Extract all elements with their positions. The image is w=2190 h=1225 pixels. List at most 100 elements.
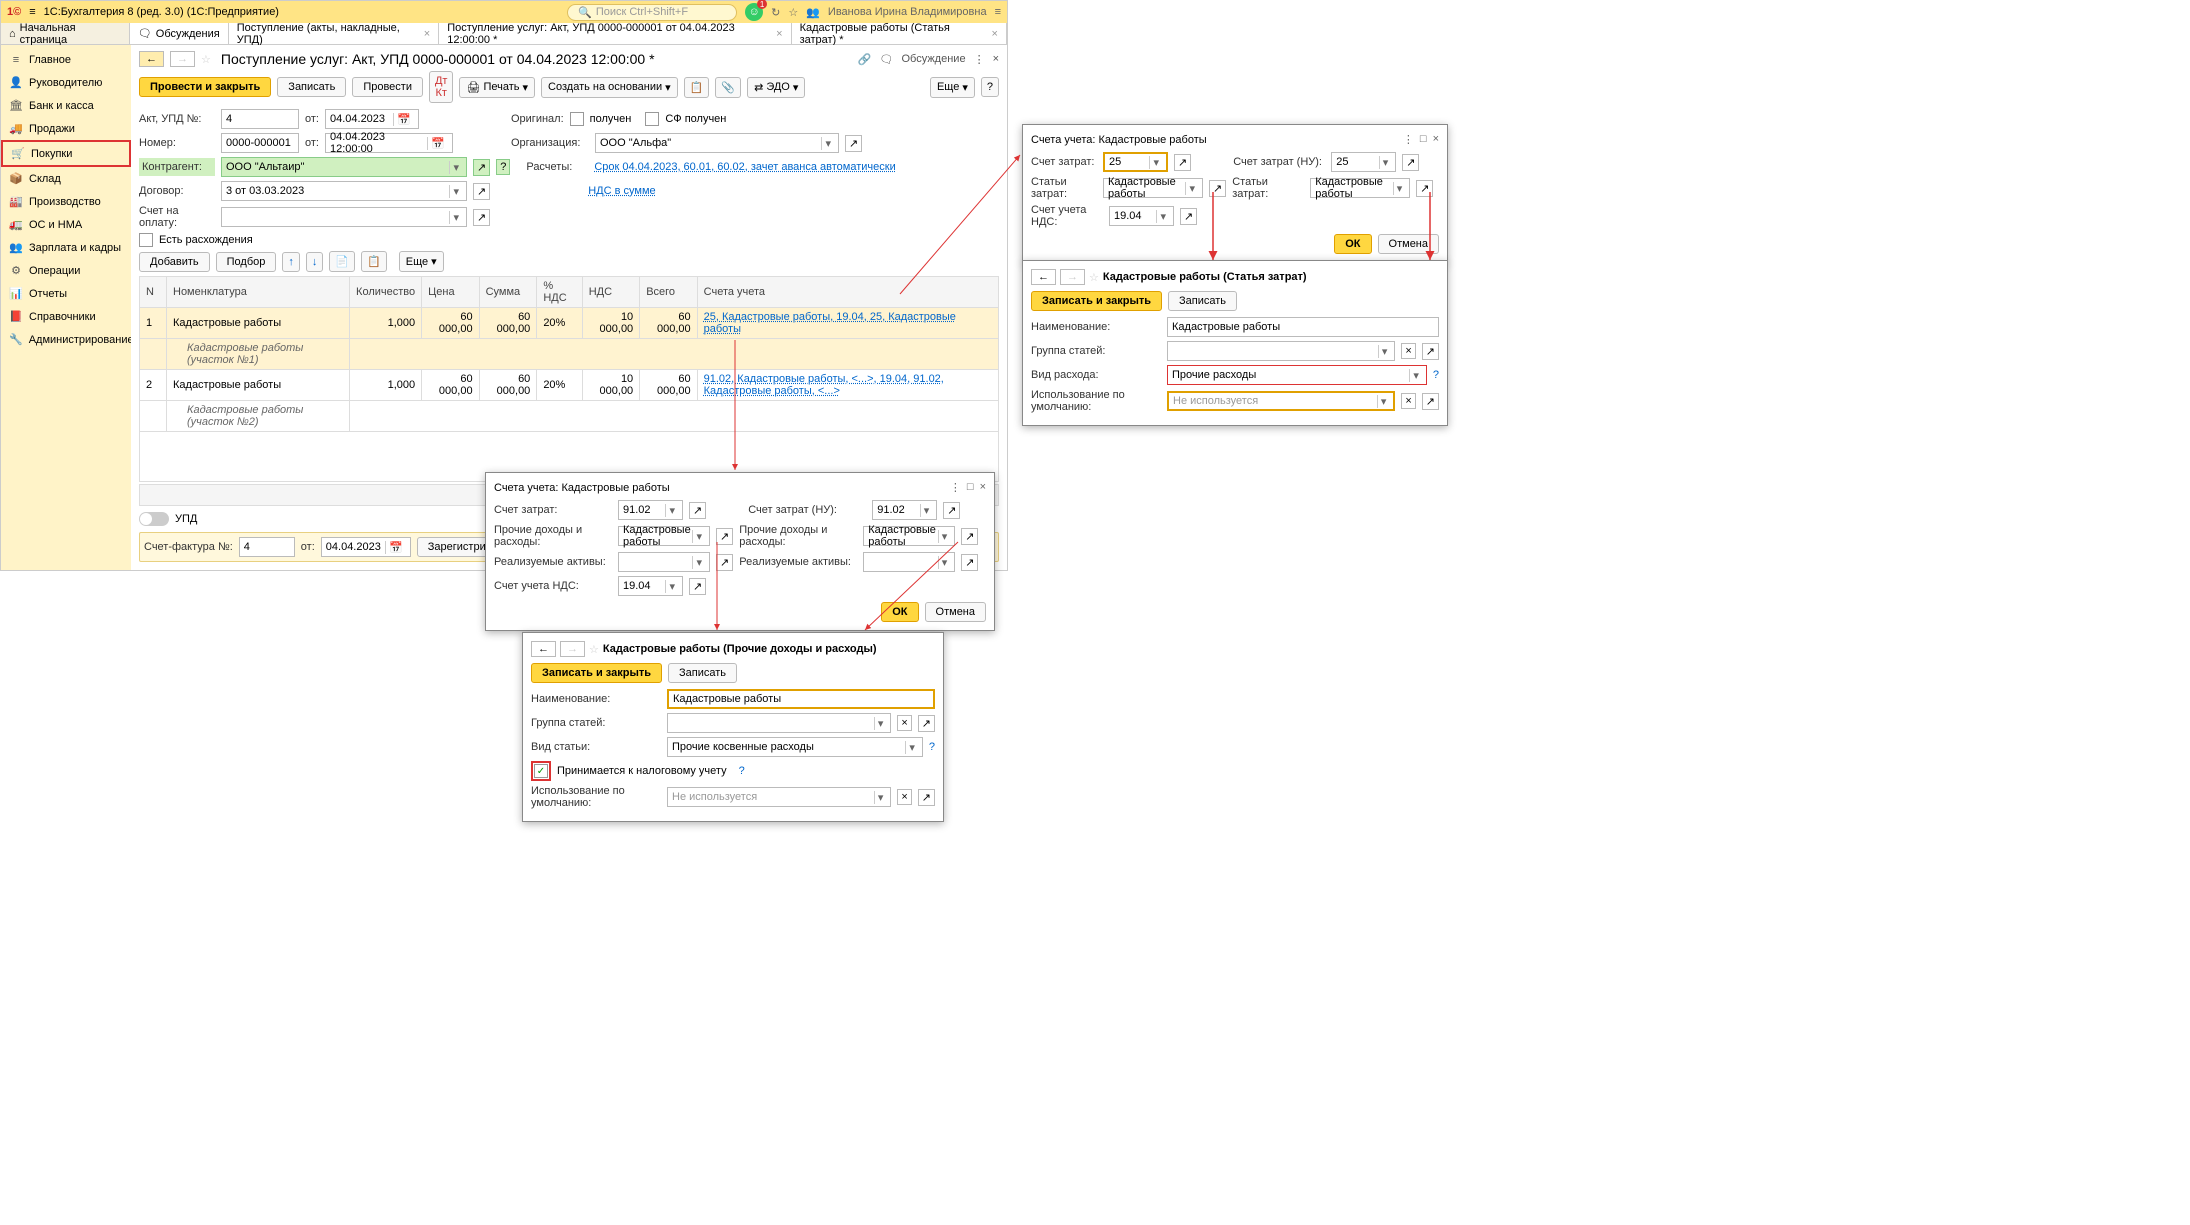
tab-cadastral[interactable]: Кадастровые работы (Статья затрат) *× (792, 23, 1007, 44)
group-input[interactable]: ▾ (1167, 341, 1395, 361)
edo-button[interactable]: ⇄ ЭДО ▾ (747, 77, 805, 98)
back-button[interactable]: ← (1031, 269, 1056, 285)
nomer-input[interactable] (221, 133, 299, 153)
forward-button[interactable]: → (1060, 269, 1085, 285)
open-button[interactable]: ↗ (961, 528, 978, 545)
forward-button[interactable]: → (560, 641, 585, 657)
post-button[interactable]: Провести (352, 77, 423, 97)
open-button[interactable]: ↗ (716, 528, 733, 545)
write-button[interactable]: Записать (1168, 291, 1237, 311)
star-icon[interactable]: ☆ (788, 6, 798, 19)
group-input[interactable]: ▾ (667, 713, 891, 733)
sidebar-item-bank[interactable]: 🏛Банк и касса (1, 94, 131, 117)
table-row[interactable]: 1 Кадастровые работы 1,000 60 000,00 60 … (140, 308, 999, 339)
sidebar-item-main[interactable]: ≡Главное (1, 49, 131, 71)
open-button[interactable]: ↗ (1174, 154, 1191, 171)
sidebar-item-refs[interactable]: 📕Справочники (1, 305, 131, 328)
open-button[interactable]: ↗ (716, 554, 733, 571)
back-button[interactable]: ← (531, 641, 556, 657)
user-icon[interactable]: 👥 (806, 6, 820, 19)
maximize-icon[interactable]: □ (967, 481, 974, 494)
rashozhdeniya-checkbox[interactable] (139, 233, 153, 247)
print-button[interactable]: 🖨 Печать ▾ (459, 77, 535, 98)
attach-button[interactable]: 📎 (715, 77, 741, 98)
help-icon[interactable]: ? (739, 765, 745, 777)
more-icon[interactable]: ⋮ (974, 53, 985, 66)
copy-button[interactable]: 📄 (329, 251, 355, 272)
real2-input[interactable]: ▾ (863, 552, 955, 572)
statyi-input[interactable]: Кадастровые работы▾ (1103, 178, 1203, 198)
tab-home[interactable]: ⌂Начальная страница (1, 23, 130, 44)
table-subrow[interactable]: Кадастровые работы (участок №1) (140, 339, 999, 370)
open-button[interactable]: ↗ (918, 715, 935, 732)
related-button[interactable]: 📋 (684, 77, 710, 98)
schet-zatrat-input[interactable]: 91.02▾ (618, 500, 683, 520)
tab-discussions[interactable]: 🗨Обсуждения (130, 23, 229, 44)
nds-input[interactable]: 19.04▾ (1109, 206, 1174, 226)
help-button[interactable]: ? (981, 77, 999, 97)
nds-link[interactable]: НДС в сумме (588, 185, 655, 197)
more-icon[interactable]: ⋮ (1403, 133, 1414, 146)
calendar-icon[interactable]: 📅 (393, 113, 414, 126)
create-based-button[interactable]: Создать на основании ▾ (541, 77, 678, 98)
dogovor-open-button[interactable]: ↗ (473, 183, 490, 200)
schet-oplatu-open-button[interactable]: ↗ (473, 209, 490, 226)
table-row[interactable]: 2 Кадастровые работы 1,000 60 000,00 60 … (140, 370, 999, 401)
prochie-input[interactable]: Кадастровые работы▾ (618, 526, 710, 546)
received-checkbox[interactable] (570, 112, 584, 126)
help-icon[interactable]: ? (1433, 369, 1439, 381)
add-button[interactable]: Добавить (139, 252, 210, 272)
more-icon[interactable]: ⋮ (950, 481, 961, 494)
write-button[interactable]: Записать (277, 77, 346, 97)
sidebar-item-production[interactable]: 🏭Производство (1, 190, 131, 213)
vid-input[interactable]: Прочие расходы▾ (1167, 365, 1427, 385)
close-icon[interactable]: × (424, 28, 430, 40)
paste-button[interactable]: 📋 (361, 251, 387, 272)
maximize-icon[interactable]: □ (1420, 133, 1427, 146)
sidebar-item-sales[interactable]: 🚚Продажи (1, 117, 131, 140)
schet-oplatu-input[interactable]: ▾ (221, 207, 467, 227)
open-button[interactable]: ↗ (943, 502, 960, 519)
discuss-link[interactable]: Обсуждение (901, 53, 965, 65)
calendar-icon[interactable]: 📅 (427, 137, 448, 150)
open-button[interactable]: ↗ (918, 789, 935, 806)
link-icon[interactable]: 🔗 (858, 53, 872, 66)
schet-zatrat-nu-input[interactable]: 91.02▾ (872, 500, 937, 520)
cancel-button[interactable]: Отмена (925, 602, 986, 622)
sf-date-input[interactable]: 04.04.2023📅 (321, 537, 411, 557)
star-icon[interactable]: ☆ (201, 53, 211, 66)
tab-doc[interactable]: Поступление услуг: Акт, УПД 0000-000001 … (439, 23, 791, 44)
ok-button[interactable]: ОК (881, 602, 918, 622)
dogovor-input[interactable]: 3 от 03.03.2023▾ (221, 181, 467, 201)
statyi2-input[interactable]: Кадастровые работы▾ (1310, 178, 1410, 198)
user-name[interactable]: Иванова Ирина Владимировна (828, 6, 987, 18)
real-input[interactable]: ▾ (618, 552, 710, 572)
kontragent-open-button[interactable]: ↗ (473, 159, 490, 176)
sidebar-item-assets[interactable]: 🚛ОС и НМА (1, 213, 131, 236)
open-button[interactable]: ↗ (689, 502, 706, 519)
sidebar-item-hr[interactable]: 👥Зарплата и кадры (1, 236, 131, 259)
sidebar-item-operations[interactable]: ⚙Операции (1, 259, 131, 282)
close-icon[interactable]: × (1433, 133, 1439, 146)
more-button[interactable]: Еще ▾ (930, 77, 975, 98)
chat-icon[interactable]: 🗨 (880, 53, 894, 66)
clear-button[interactable]: × (897, 715, 911, 731)
post-close-button[interactable]: Провести и закрыть (139, 77, 271, 97)
account-link[interactable]: 25, Кадастровые работы, 19.04, 25, Кадас… (704, 311, 956, 335)
clear-button[interactable]: × (1401, 343, 1415, 359)
help-icon[interactable]: ? (929, 741, 935, 753)
raschety-link[interactable]: Срок 04.04.2023, 60.01, 60.02, зачет ава… (594, 161, 895, 173)
sidebar-item-warehouse[interactable]: 📦Склад (1, 167, 131, 190)
open-button[interactable]: ↗ (1180, 208, 1197, 225)
usage-input[interactable]: Не используется▾ (1167, 391, 1395, 411)
close-icon[interactable]: × (980, 481, 986, 494)
cancel-button[interactable]: Отмена (1378, 234, 1439, 254)
account-link[interactable]: 91.02, Кадастровые работы, <...>, 19.04,… (704, 373, 944, 397)
table-subrow[interactable]: Кадастровые работы (участок №2) (140, 401, 999, 432)
org-open-button[interactable]: ↗ (845, 135, 862, 152)
back-button[interactable]: ← (139, 51, 164, 67)
sidebar-item-manager[interactable]: 👤Руководителю (1, 71, 131, 94)
open-button[interactable]: ↗ (961, 554, 978, 571)
star-icon[interactable]: ☆ (1089, 271, 1099, 284)
open-button[interactable]: ↗ (1416, 180, 1433, 197)
